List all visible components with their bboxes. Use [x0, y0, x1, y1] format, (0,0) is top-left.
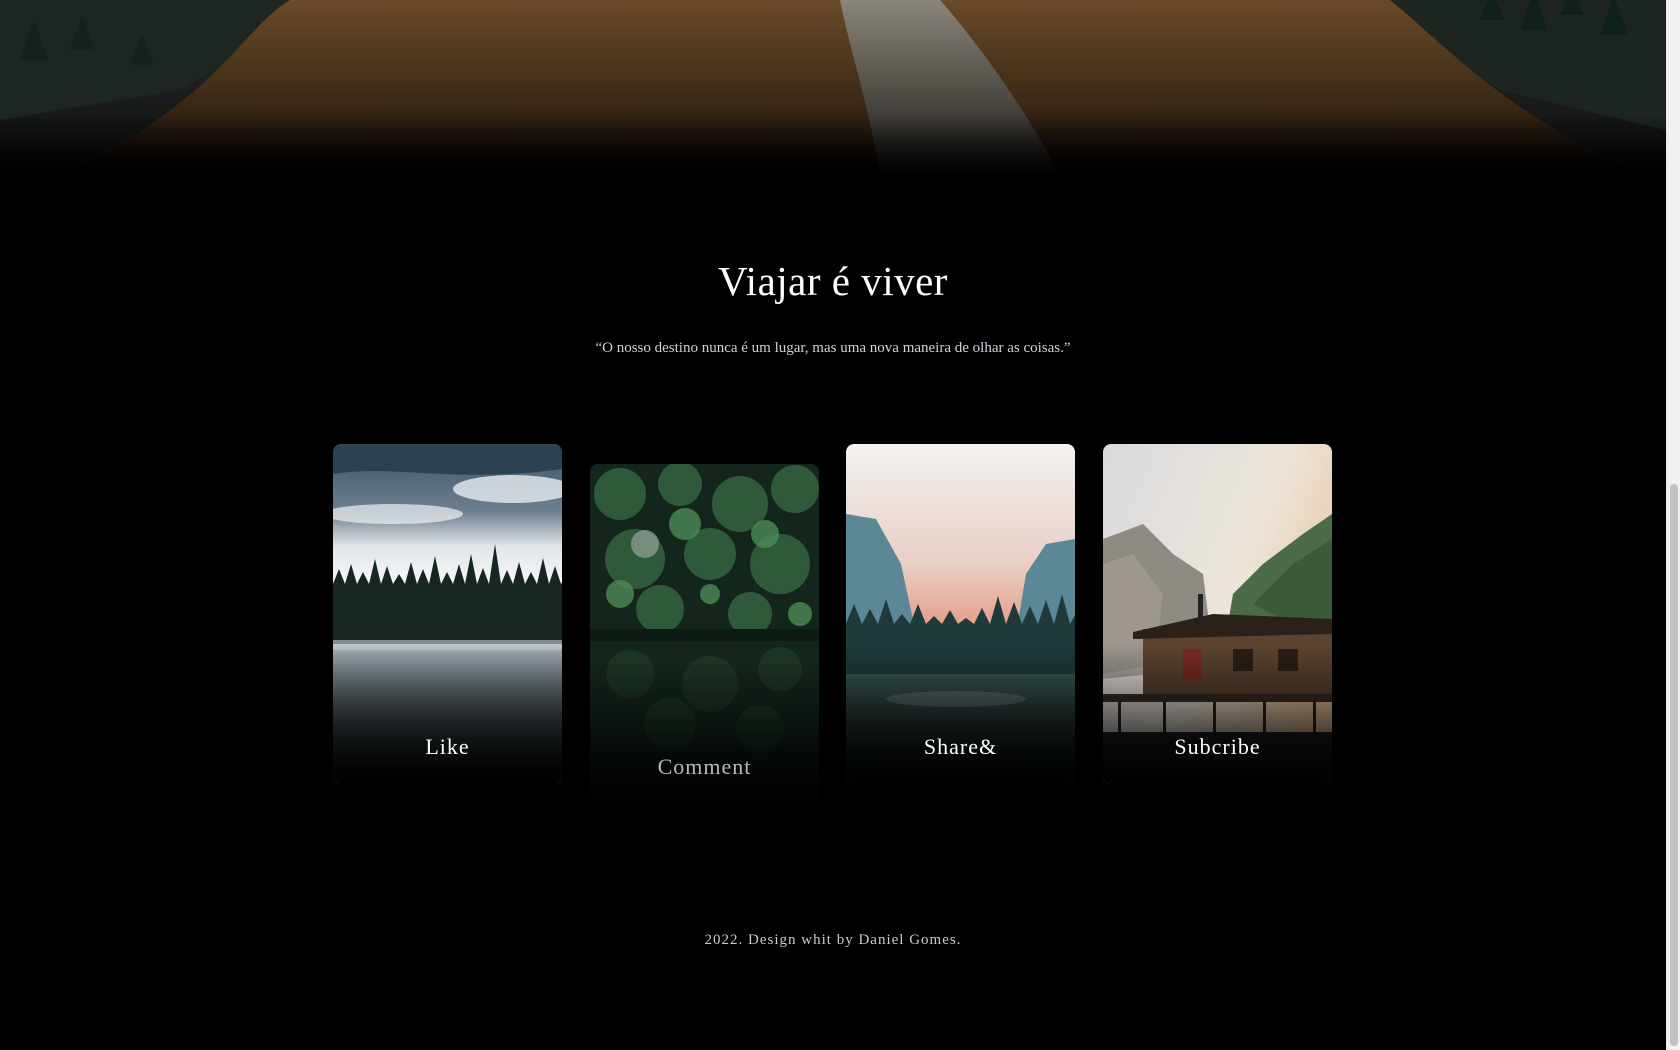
scrollbar[interactable] — [1666, 0, 1680, 1050]
card-label-comment: Comment — [657, 754, 752, 779]
scrollbar-thumb[interactable] — [1670, 484, 1678, 1046]
card-like[interactable]: Like — [333, 444, 562, 784]
card-subscribe[interactable]: Subcribe — [1103, 444, 1332, 784]
footer-credit: 2022. Design whit by Daniel Gomes. — [704, 932, 962, 948]
card-label-like: Like — [425, 734, 470, 759]
hero-image — [0, 0, 1666, 175]
card-comment[interactable]: Comment — [590, 464, 819, 804]
section-title: Viajar é viver — [718, 258, 948, 304]
card-label-share: Share& — [923, 734, 998, 759]
card-label-subscribe: Subcribe — [1174, 734, 1261, 759]
card-share[interactable]: Share& — [846, 444, 1075, 784]
section-quote: “O nosso destino nunca é um lugar, mas u… — [595, 340, 1071, 356]
